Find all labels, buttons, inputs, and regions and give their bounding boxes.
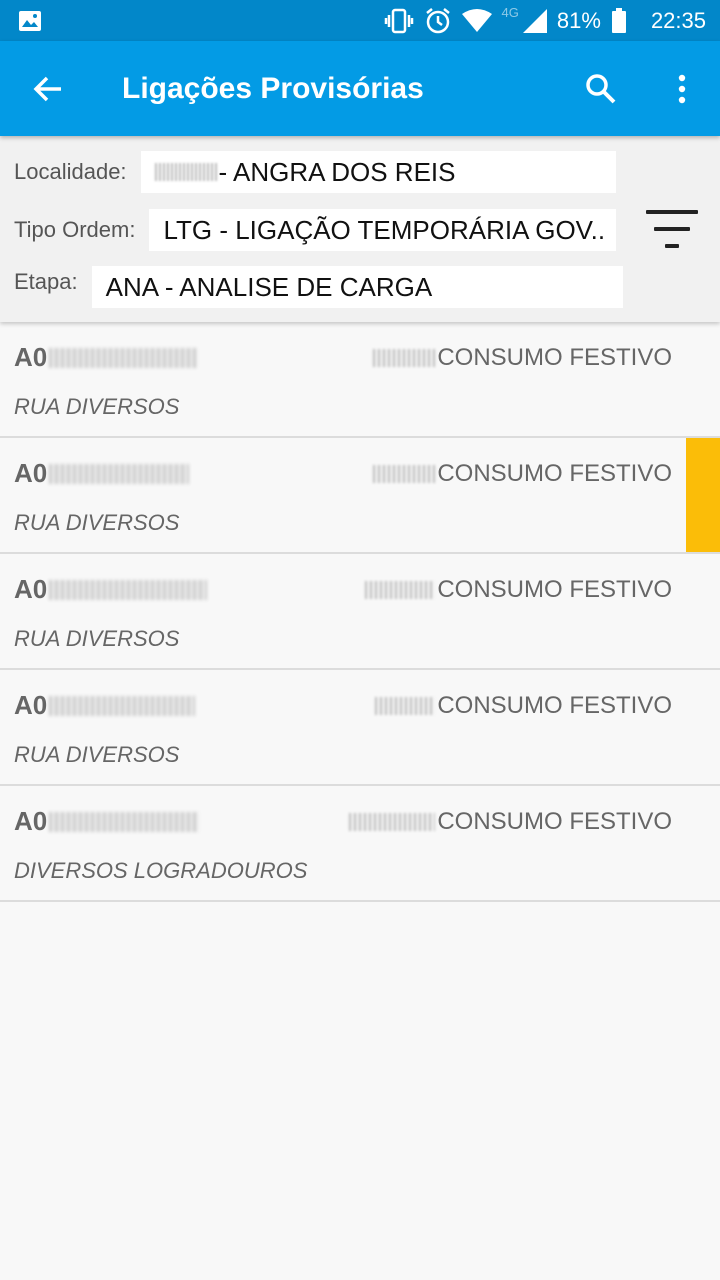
redacted-code (349, 813, 436, 831)
redacted-code (154, 163, 217, 181)
redacted-code (49, 579, 208, 600)
order-code: A0 (14, 690, 196, 721)
redacted-code (49, 695, 196, 716)
network-type-label: 4G (501, 5, 519, 20)
order-address: RUA DIVERSOS (14, 394, 180, 419)
more-options-button[interactable] (644, 41, 720, 136)
etapa-row: Etapa: ANA - ANALISE DE CARGA (14, 266, 623, 308)
order-code: A0 (14, 342, 198, 373)
back-button[interactable] (0, 41, 96, 136)
localidade-field[interactable]: - ANGRA DOS REIS (140, 151, 616, 193)
battery-percent: 81% (556, 7, 601, 33)
etapa-field[interactable]: ANA - ANALISE DE CARGA (91, 266, 623, 308)
localidade-label: Localidade: (14, 159, 127, 184)
search-icon (586, 73, 616, 103)
order-list: A0 CONSUMO FESTIVO RUA DIVERSOS A0 CONSU… (0, 322, 720, 902)
arrow-left-icon (33, 76, 61, 101)
status-marker (686, 438, 720, 552)
order-type: CONSUMO FESTIVO (375, 692, 672, 720)
order-address: DIVERSOS LOGRADOUROS (14, 858, 308, 883)
redacted-code (49, 463, 190, 484)
order-type: CONSUMO FESTIVO (349, 808, 672, 836)
tipo-ordem-row: Tipo Ordem: LTG - LIGAÇÃO TEMPORÁRIA GOV… (14, 209, 617, 251)
image-notification-icon (18, 10, 42, 32)
localidade-value: - ANGRA DOS REIS (218, 156, 456, 187)
tipo-ordem-label: Tipo Ordem: (14, 217, 136, 242)
redacted-code (49, 347, 198, 368)
order-type: CONSUMO FESTIVO (373, 460, 672, 488)
alarm-icon (424, 7, 452, 35)
app-bar: Ligações Provisórias (0, 41, 720, 136)
list-item[interactable]: A0 CONSUMO FESTIVO RUA DIVERSOS (0, 670, 720, 786)
wifi-icon (461, 8, 492, 33)
redacted-code (365, 581, 436, 599)
status-bar: 4G 81% 22:35 (0, 0, 720, 41)
order-code: A0 (14, 458, 190, 489)
tipo-ordem-field[interactable]: LTG - LIGAÇÃO TEMPORÁRIA GOV.. (149, 209, 617, 251)
redacted-code (373, 349, 436, 367)
redacted-code (373, 465, 436, 483)
list-item[interactable]: A0 CONSUMO FESTIVO DIVERSOS LOGRADOUROS (0, 786, 720, 902)
redacted-code (375, 697, 436, 715)
order-type: CONSUMO FESTIVO (365, 576, 672, 604)
filter-icon (646, 210, 698, 214)
order-code: A0 (14, 806, 200, 837)
vibrate-icon (384, 8, 414, 34)
list-item[interactable]: A0 CONSUMO FESTIVO RUA DIVERSOS (0, 322, 720, 438)
order-address: RUA DIVERSOS (14, 626, 180, 651)
search-button[interactable] (558, 41, 644, 136)
clock: 22:35 (650, 7, 706, 33)
tipo-ordem-value: LTG - LIGAÇÃO TEMPORÁRIA GOV.. (163, 214, 606, 245)
redacted-code (49, 811, 200, 832)
page-title: Ligações Provisórias (122, 71, 424, 105)
order-address: RUA DIVERSOS (14, 742, 180, 767)
list-item[interactable]: A0 CONSUMO FESTIVO RUA DIVERSOS (0, 554, 720, 670)
etapa-label: Etapa: (14, 269, 78, 294)
more-vert-icon (678, 74, 686, 103)
battery-icon (611, 7, 627, 34)
etapa-value: ANA - ANALISE DE CARGA (105, 271, 433, 302)
order-address: RUA DIVERSOS (14, 510, 180, 535)
localidade-row: Localidade: - ANGRA DOS REIS (14, 151, 616, 193)
filter-button[interactable] (646, 210, 698, 248)
list-item[interactable]: A0 CONSUMO FESTIVO RUA DIVERSOS (0, 438, 720, 554)
order-type: CONSUMO FESTIVO (373, 344, 672, 372)
filter-panel: Localidade: - ANGRA DOS REIS Tipo Ordem:… (0, 136, 720, 322)
cell-signal-icon (522, 8, 547, 33)
order-code: A0 (14, 574, 208, 605)
